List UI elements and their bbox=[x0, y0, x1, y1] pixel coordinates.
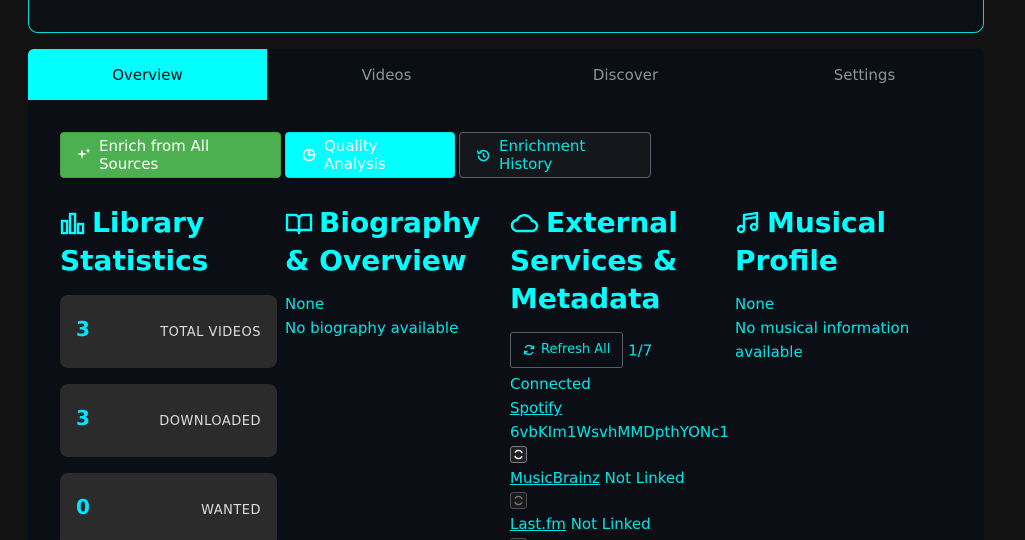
musical-info: No musical information available bbox=[735, 319, 910, 361]
artist-detail-panel: Overview Videos Discover Settings Enrich… bbox=[28, 49, 984, 540]
refresh-all-label: Refresh All bbox=[541, 342, 611, 357]
musical-genre: None bbox=[735, 295, 775, 313]
tab-overview[interactable]: Overview bbox=[28, 49, 267, 100]
library-statistics-section: Library Statistics 3 TOTAL VIDEOS 3 DOWN… bbox=[60, 204, 285, 540]
musical-profile-section: Musical Profile None No musical informat… bbox=[735, 204, 960, 364]
stat-card-total-videos: 3 TOTAL VIDEOS bbox=[60, 295, 277, 368]
tab-discover[interactable]: Discover bbox=[506, 49, 745, 100]
action-bar: Enrich from All Sources Quality Analysis… bbox=[60, 132, 651, 178]
service-link-lastfm[interactable]: Last.fm bbox=[510, 515, 566, 533]
enrichment-history-button[interactable]: Enrichment History bbox=[459, 132, 651, 178]
cloud-icon bbox=[510, 214, 539, 233]
stat-value: 3 bbox=[76, 317, 90, 341]
refresh-icon bbox=[514, 449, 523, 460]
biography-section: Biography & Overview None No biography a… bbox=[285, 204, 510, 340]
quality-analysis-button[interactable]: Quality Analysis bbox=[285, 132, 455, 178]
spotify-id: 6vbKIm1WsvhMMDpthYONc1 bbox=[510, 423, 729, 441]
quality-analysis-label: Quality Analysis bbox=[324, 137, 386, 173]
service-link-musicbrainz[interactable]: MusicBrainz bbox=[510, 469, 600, 487]
connection-count: 1/7 bbox=[628, 341, 653, 360]
musical-profile-heading: Musical Profile bbox=[735, 206, 887, 277]
pie-chart-icon bbox=[302, 148, 316, 162]
tab-settings[interactable]: Settings bbox=[745, 49, 984, 100]
enrich-all-label: Enrich from All Sources bbox=[99, 137, 210, 173]
enrich-all-button[interactable]: Enrich from All Sources bbox=[60, 132, 281, 178]
library-statistics-heading: Library Statistics bbox=[60, 206, 209, 277]
biography-text: No biography available bbox=[285, 319, 459, 337]
stat-card-wanted: 0 WANTED bbox=[60, 473, 277, 540]
book-icon bbox=[285, 213, 313, 235]
tab-videos[interactable]: Videos bbox=[267, 49, 506, 100]
music-note-icon bbox=[736, 211, 759, 234]
biography-heading: Biography & Overview bbox=[285, 206, 481, 277]
service-link-spotify[interactable]: Spotify bbox=[510, 399, 562, 417]
refresh-icon bbox=[523, 344, 535, 356]
biography-genre: None bbox=[285, 295, 325, 313]
spotify-refresh-button[interactable] bbox=[510, 446, 527, 463]
stat-label: DOWNLOADED bbox=[159, 414, 261, 429]
stat-label: WANTED bbox=[201, 503, 261, 518]
refresh-all-button[interactable]: Refresh All bbox=[510, 332, 624, 368]
external-services-heading: External Services & Metadata bbox=[510, 206, 678, 315]
stat-card-downloaded: 3 DOWNLOADED bbox=[60, 384, 277, 457]
connection-status: Connected bbox=[510, 375, 591, 393]
bar-chart-icon bbox=[60, 212, 85, 235]
enrichment-history-label: Enrichment History bbox=[499, 137, 586, 173]
refresh-icon bbox=[514, 495, 523, 506]
stat-label: TOTAL VIDEOS bbox=[160, 325, 261, 340]
stat-value: 3 bbox=[76, 406, 90, 430]
lastfm-status: Not Linked bbox=[570, 515, 651, 533]
history-icon bbox=[476, 149, 490, 161]
header-panel bbox=[28, 0, 984, 33]
tab-bar: Overview Videos Discover Settings bbox=[28, 49, 984, 100]
sparkles-icon bbox=[77, 148, 91, 159]
musicbrainz-status: Not Linked bbox=[604, 469, 685, 487]
musicbrainz-refresh-button[interactable] bbox=[510, 492, 527, 509]
stat-value: 0 bbox=[76, 495, 90, 519]
external-services-section: External Services & Metadata Refresh All… bbox=[510, 204, 738, 540]
